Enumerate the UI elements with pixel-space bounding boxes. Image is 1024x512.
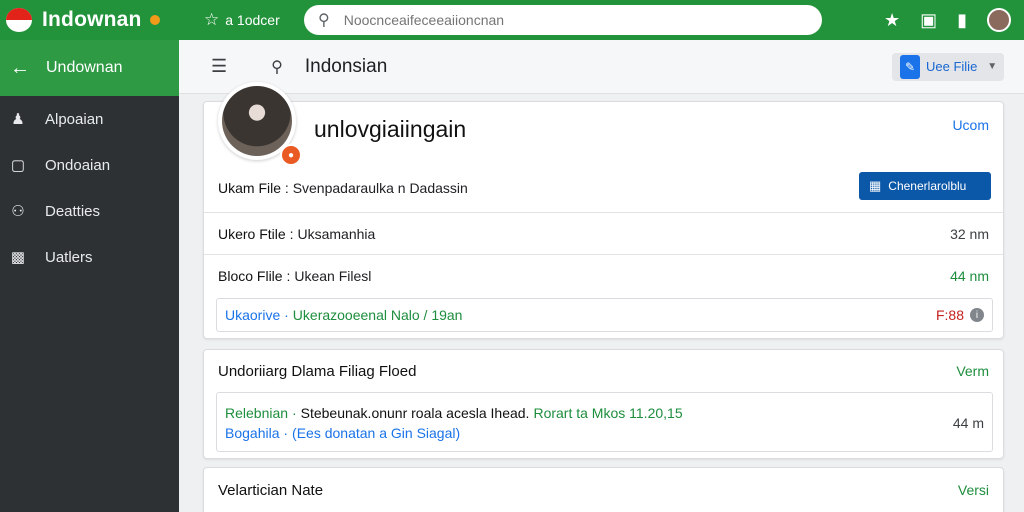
note-card-title: Velartician Nate: [218, 482, 324, 499]
meta-value: Svenpadaraulka n Dadassin: [292, 180, 468, 196]
sidebar-item-label: Deatties: [45, 202, 101, 220]
details-line: Bogahila · (Ees donatan a Gin Siagal): [225, 423, 984, 443]
sidebar-item-uatlers[interactable]: ▩ Uatlers: [0, 234, 179, 280]
details-line: Relebnian · Stebeunak.onunr roala acesla…: [225, 403, 984, 423]
grid-action-label: Chenerlarolblu: [888, 179, 967, 193]
row-key: Bloco Flile :: [218, 267, 291, 284]
grid-action-button[interactable]: ▦ Chenerlarolblu: [859, 172, 991, 200]
note-card: Velartician Nate Versi: [203, 467, 1004, 512]
profile-photo: [222, 86, 292, 156]
star-icon[interactable]: ★: [884, 10, 900, 31]
sidebar-item-label: Alpoaian: [45, 110, 104, 128]
badge-icon: ●: [280, 144, 302, 166]
row-size: 44 nm: [950, 267, 989, 284]
note-card-version[interactable]: Versi: [958, 482, 989, 498]
files-card: Undoriiarg Dlama Filiag Floed Verm Releb…: [203, 349, 1004, 459]
sidebar-item-label: Ondoaian: [45, 156, 111, 174]
search-input[interactable]: [343, 12, 764, 28]
sidebar-header-label: Undownan: [46, 59, 123, 76]
archive-row[interactable]: Ukaorive · Ukerazooeenal Nalo / 19an F:8…: [216, 298, 993, 332]
file-row[interactable]: Ukero Ftile : Uksamanhia 32 nm: [204, 212, 1003, 254]
menu-icon[interactable]: ☰: [211, 56, 227, 77]
files-details: Relebnian · Stebeunak.onunr roala acesla…: [216, 392, 993, 452]
profile-avatar[interactable]: ●: [218, 82, 302, 166]
use-file-label: Uee Filie: [926, 59, 978, 74]
profile-card: ● unlovgiaiingain Ucom Ukam File : Svenp…: [203, 82, 1004, 339]
row-value: Ukerazooeenal Nalo / 19an: [292, 307, 463, 323]
search-bar[interactable]: ⚲: [304, 5, 822, 35]
profile-meta: Ukam File : Svenpadaraulka n Dadassin: [218, 180, 468, 196]
person-icon: ♟: [11, 111, 25, 128]
profile-link[interactable]: Ucom: [952, 117, 989, 133]
file-icon: ✎: [900, 54, 920, 79]
notification-dot: [149, 15, 160, 25]
device-icon[interactable]: ▮: [957, 10, 967, 31]
meta-key: Ukam File :: [218, 180, 289, 196]
info-icon[interactable]: i: [970, 308, 984, 322]
files-card-version[interactable]: Verm: [956, 363, 989, 379]
sidebar-item-alpoaian[interactable]: ♟ Alpoaian: [0, 96, 179, 142]
people-icon: ⚇: [11, 203, 25, 220]
search-icon: ⚲: [318, 12, 330, 29]
files-size: 44 m: [952, 415, 984, 431]
starred-label: a 1odcer: [225, 12, 280, 28]
row-key: Ukaorive ·: [225, 307, 289, 323]
page-title: Indonsian: [304, 55, 388, 77]
bag-icon[interactable]: ▣: [920, 10, 937, 31]
top-bar: Indownan ☆ a 1odcer ⚲ ★ ▣ ▮: [0, 0, 1024, 40]
line-key: Relebnian ·: [225, 405, 297, 421]
sidebar-item-deatties[interactable]: ⚇ Deatties: [0, 188, 179, 234]
profile-title: unlovgiaiingain: [314, 116, 467, 142]
row-key: Ukero Ftile :: [218, 225, 294, 242]
main-header: ☰ ⚲ Indonsian ✎ Uee Filie ▼: [179, 40, 1024, 94]
row-size: 32 nm: [950, 225, 989, 242]
line-text: Stebeunak.onunr roala acesla Ihead.: [300, 405, 530, 421]
clipboard-icon: ▩: [10, 249, 26, 266]
chevron-down-icon: ▼: [987, 61, 998, 72]
files-card-title: Undoriiarg Dlama Filiag Floed: [218, 363, 417, 380]
sidebar-item-label: Uatlers: [45, 248, 93, 266]
search-icon[interactable]: ⚲: [271, 57, 283, 77]
row-value: Uksamanhia: [297, 225, 376, 242]
line-text[interactable]: (Ees donatan a Gin Siagal): [292, 425, 460, 441]
line-key: Bogahila ·: [225, 425, 289, 441]
file-row[interactable]: Bloco Flile : Ukean Filesl 44 nm: [204, 254, 1003, 296]
avatar[interactable]: [987, 8, 1012, 32]
grid-icon: ▦: [869, 178, 882, 193]
arrow-left-icon: ←: [10, 56, 30, 79]
starred-link[interactable]: ☆ a 1odcer: [204, 10, 300, 30]
star-outline-icon: ☆: [204, 10, 220, 29]
sidebar-back[interactable]: ← Undownan: [0, 40, 179, 96]
use-file-button[interactable]: ✎ Uee Filie ▼: [892, 52, 1004, 81]
top-actions: ★ ▣ ▮: [884, 8, 1012, 32]
box-icon: ▢: [10, 157, 26, 174]
brand[interactable]: Indownan: [0, 8, 200, 32]
row-status: F:88: [935, 307, 964, 323]
sidebar-item-ondoaian[interactable]: ▢ Ondoaian: [0, 142, 179, 188]
line-highlight[interactable]: Rorart ta Mkos 11.20,15: [533, 405, 682, 421]
sidebar: ← Undownan ♟ Alpoaian ▢ Ondoaian ⚇ Deatt…: [0, 40, 179, 512]
app-name: Indownan: [42, 8, 142, 31]
row-value: Ukean Filesl: [294, 267, 372, 284]
flag-icon: [6, 8, 32, 32]
